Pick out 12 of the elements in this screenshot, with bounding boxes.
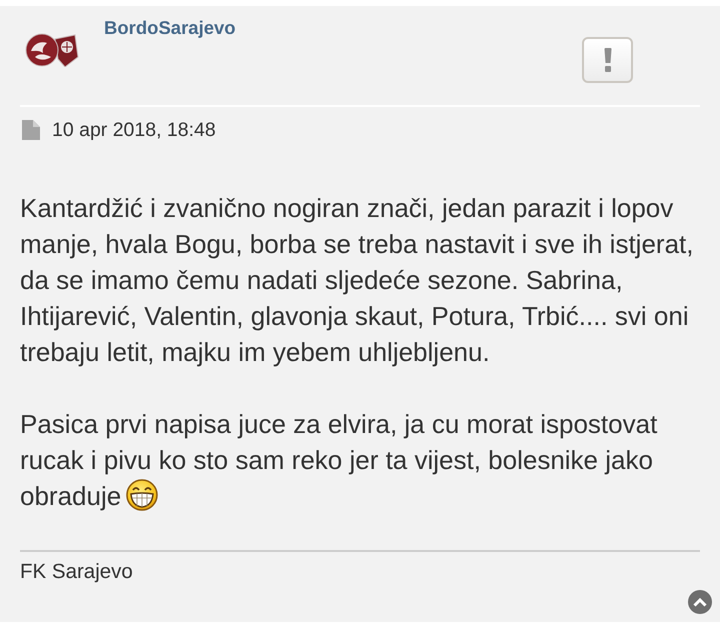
post-paragraph: Kantardžić i zvanično nogiran znači, jedan parazit i lopov manje, hvala Bogu, borba se treba nastavit i sve ih istjerat, da se imamo čemu nadati sljedeće sezone. Sabrina, Ihtijarević, Valentin, glavonja skaut, Potura, Trbić.... svi oni trebaju letit, majku im yebem uhljebljenu. <box>20 193 694 367</box>
report-button[interactable] <box>582 37 633 83</box>
file-icon <box>22 120 40 140</box>
club-emblem-icon <box>25 33 79 67</box>
author-name[interactable]: BordoSarajevo <box>104 17 236 39</box>
post-paragraph-ending: obraduje <box>20 481 122 511</box>
exclamation-icon <box>604 48 612 72</box>
chevron-up-icon <box>693 598 707 606</box>
post-date: 10 apr 2018, 18:48 <box>52 118 216 142</box>
back-to-top-button[interactable] <box>688 590 712 614</box>
signature: FK Sarajevo <box>20 560 133 583</box>
grinning-face-icon <box>126 479 158 511</box>
